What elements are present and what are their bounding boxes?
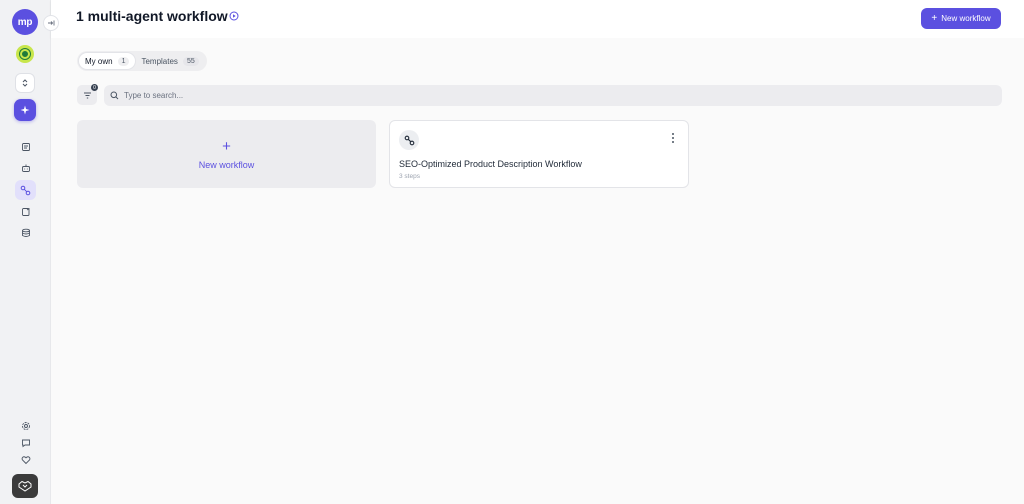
nav-database[interactable] — [15, 223, 36, 243]
logo[interactable]: mp — [12, 9, 38, 35]
workflow-title: SEO-Optimized Product Description Workfl… — [399, 159, 582, 169]
more-options-icon[interactable] — [670, 133, 676, 143]
nav-agents[interactable] — [15, 158, 36, 178]
workflow-steps: 3 steps — [399, 173, 420, 180]
new-workflow-card-label: New workflow — [198, 159, 255, 170]
robot-icon — [21, 164, 30, 172]
tab-count: 1 — [117, 56, 130, 66]
handshake-icon — [18, 480, 32, 492]
workflow-card[interactable]: SEO-Optimized Product Description Workfl… — [389, 120, 689, 188]
notebook-icon — [21, 208, 30, 216]
tab-count: 55 — [182, 56, 199, 66]
page-title: 1 multi-agent workflow — [76, 8, 228, 24]
collapse-sidebar-button[interactable] — [43, 15, 59, 31]
sidebar: mp — [0, 0, 51, 504]
nav-documents[interactable] — [15, 137, 36, 157]
workspace-switcher-button[interactable] — [15, 73, 35, 93]
workflow-icon — [404, 135, 414, 145]
workspace-avatar[interactable] — [16, 45, 34, 63]
header: 1 multi-agent workflow + New workflow — [51, 0, 1024, 38]
nav-notebook[interactable] — [15, 202, 36, 222]
workflow-icon-badge — [399, 130, 419, 150]
main-content: My own 1 Templates 55 0 + New workflow — [51, 38, 1024, 504]
workflow-icon — [20, 185, 31, 195]
filter-icon — [83, 92, 91, 98]
sparkle-icon — [20, 105, 30, 115]
tab-my-own[interactable]: My own 1 — [79, 53, 136, 69]
tab-label: Templates — [141, 56, 178, 66]
chevron-up-down-icon — [22, 79, 28, 87]
filter-count-badge: 0 — [91, 84, 98, 91]
tab-templates[interactable]: Templates 55 — [135, 53, 204, 69]
chat-icon — [21, 439, 30, 448]
filter-button[interactable]: 0 — [77, 84, 98, 105]
tab-group: My own 1 Templates 55 — [77, 51, 207, 71]
ai-assistant-button[interactable] — [14, 99, 36, 121]
search-input[interactable] — [124, 91, 984, 100]
database-icon — [21, 228, 30, 237]
tab-label: My own — [85, 56, 113, 66]
arrow-right-to-line-icon — [48, 20, 55, 26]
play-circle-icon[interactable] — [229, 11, 239, 21]
plus-icon: + — [931, 12, 938, 24]
nav-favorites[interactable] — [15, 452, 36, 468]
document-icon — [21, 143, 30, 151]
new-workflow-button[interactable]: + New workflow — [921, 8, 1001, 29]
plus-icon: + — [222, 137, 231, 155]
user-avatar[interactable] — [12, 474, 38, 498]
nav-workflows[interactable] — [15, 180, 36, 200]
search-bar — [104, 85, 1002, 106]
app-root: mp 1 multi-agent workflow + New workflow… — [0, 0, 1024, 504]
search-icon — [110, 91, 119, 100]
new-workflow-card[interactable]: + New workflow — [77, 120, 376, 188]
nav-chat[interactable] — [15, 435, 36, 451]
nav-settings[interactable] — [15, 418, 36, 434]
settings-icon — [21, 422, 30, 430]
heart-icon — [21, 456, 30, 465]
logo-text: mp — [17, 16, 33, 28]
new-workflow-button-label: New workflow — [941, 14, 991, 23]
